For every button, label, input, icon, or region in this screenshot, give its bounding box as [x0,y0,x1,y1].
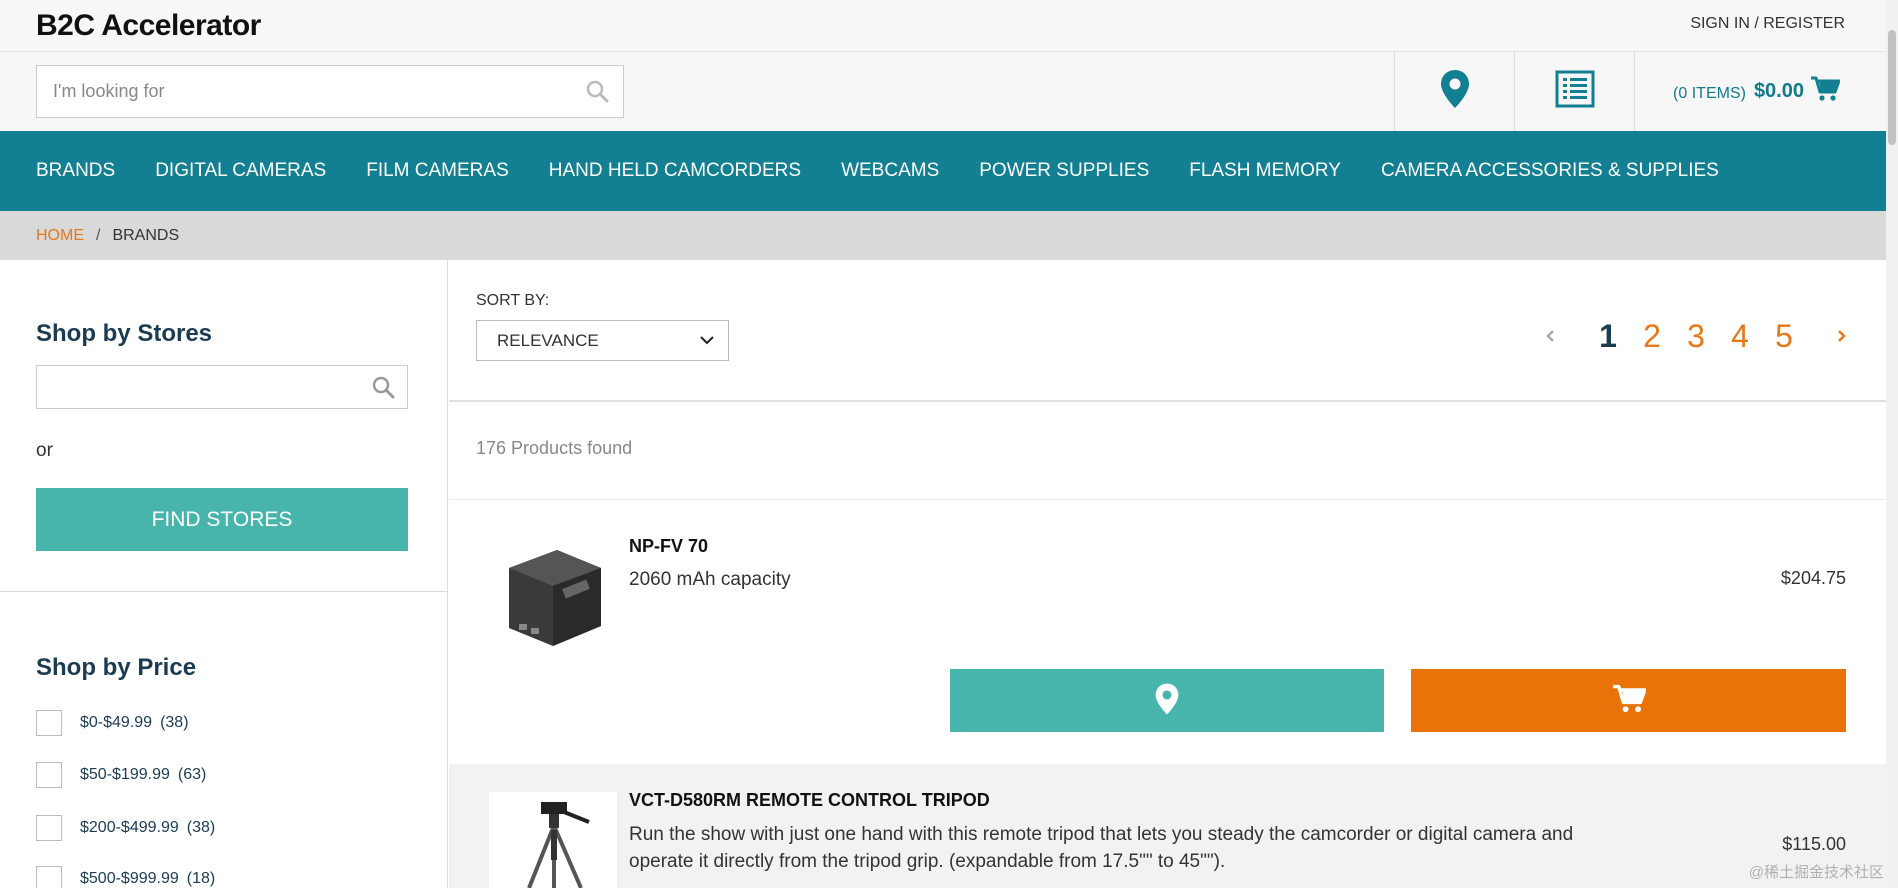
sort-by-label: SORT BY: [476,292,550,309]
results-count: 176 Products found [476,438,633,458]
search-icon[interactable] [371,375,395,404]
nav-item-brands[interactable]: BRANDS [36,160,115,182]
quick-order-button[interactable] [1514,52,1634,131]
chevron-right-icon[interactable] [1836,328,1848,344]
product-price: $115.00 [1782,834,1846,854]
search-icon[interactable] [585,79,609,108]
breadcrumb-separator: / [96,226,101,244]
watermark: @稀土掘金技术社区 [1748,864,1884,881]
divider [0,591,447,592]
price-filter-count: (38) [186,819,216,836]
checkbox[interactable] [36,815,62,841]
sort-select[interactable]: RELEVANCE [476,320,729,361]
cart-total: $0.00 [1753,80,1804,102]
product-name[interactable]: VCT-D580RM REMOTE CONTROL TRIPOD [629,790,990,811]
main-nav: BRANDS DIGITAL CAMERAS FILM CAMERAS HAND… [0,131,1886,211]
price-filter-label: $50-$199.99 [80,766,170,783]
price-filter-item[interactable]: $500-$999.99 (18) [36,866,215,888]
shop-by-stores-heading: Shop by Stores [36,320,213,347]
product-description: 2060 mAh capacity [629,569,791,590]
page-scrollbar[interactable] [1886,0,1898,888]
pickup-in-store-button[interactable] [950,669,1384,732]
page-4[interactable]: 4 [1728,318,1752,355]
sort-selected-value: RELEVANCE [497,330,599,350]
price-filter-count: (63) [177,766,207,783]
breadcrumb-current: BRANDS [112,226,180,244]
price-filter-label: $200-$499.99 [80,819,179,836]
store-locator-button[interactable] [1394,52,1514,131]
price-filter-item[interactable]: $50-$199.99 (63) [36,762,206,788]
search-box [36,65,624,118]
store-search-input[interactable] [37,366,357,408]
nav-item-film-cameras[interactable]: FILM CAMERAS [366,160,509,182]
top-bar: B2C Accelerator SIGN IN / REGISTER [0,0,1886,52]
page-1[interactable]: 1 [1596,318,1620,355]
cart-icon [1810,75,1841,108]
product-image[interactable] [489,792,617,888]
header-row: (0 ITEMS) $0.00 [0,52,1886,131]
page-5[interactable]: 5 [1772,318,1796,355]
checkbox[interactable] [36,762,62,788]
breadcrumb: HOME / BRANDS [0,211,1886,260]
add-to-cart-button[interactable] [1411,669,1846,732]
price-filter-item[interactable]: $200-$499.99 (38) [36,815,215,841]
scrollbar-thumb[interactable] [1888,30,1896,145]
chevron-left-icon[interactable] [1544,328,1556,344]
nav-item-digital-cameras[interactable]: DIGITAL CAMERAS [155,160,326,182]
shop-by-price-heading: Shop by Price [36,654,197,681]
nav-item-flash-memory[interactable]: FLASH MEMORY [1189,160,1341,182]
checkbox[interactable] [36,866,62,888]
price-filter-item[interactable]: $0-$49.99 (38) [36,710,189,736]
sign-in-register-link[interactable]: SIGN IN / REGISTER [1690,15,1845,33]
cart-icon [1612,683,1647,718]
site-logo[interactable]: B2C Accelerator [36,9,261,43]
pagination: 1 2 3 4 5 [1524,316,1848,356]
cart-items-count: (0 ITEMS) [1673,84,1746,102]
nav-item-hand-held-camcorders[interactable]: HAND HELD CAMCORDERS [549,160,801,182]
mini-cart[interactable]: (0 ITEMS) $0.00 [1634,52,1886,131]
price-filter-count: (18) [186,870,216,887]
list-icon [1555,70,1595,113]
map-pin-icon [1154,682,1180,719]
nav-item-camera-accessories[interactable]: CAMERA ACCESSORIES & SUPPLIES [1381,160,1719,182]
search-input[interactable] [37,66,577,117]
nav-item-webcams[interactable]: WEBCAMS [841,160,939,182]
product-image[interactable] [489,524,617,652]
divider [449,400,1886,402]
price-filter-label: $0-$49.99 [80,714,153,731]
product-name[interactable]: NP-FV 70 [629,536,708,557]
page-2[interactable]: 2 [1640,318,1664,355]
find-stores-button[interactable]: FIND STORES [36,488,408,551]
price-filter-label: $500-$999.99 [80,870,179,887]
price-filter-count: (38) [160,714,189,731]
product-description: Run the show with just one hand with thi… [629,824,1574,872]
checkbox[interactable] [36,710,62,736]
map-pin-icon [1439,69,1471,114]
chevron-down-icon [698,331,716,354]
product-price: $204.75 [1780,568,1846,588]
or-label: or [36,440,53,461]
product-list-area: SORT BY: RELEVANCE 1 2 3 4 5 176 Product… [449,260,1886,888]
filter-sidebar: Shop by Stores or FIND STORES Shop by Pr… [0,260,448,888]
store-search-box [36,365,408,409]
nav-item-power-supplies[interactable]: POWER SUPPLIES [979,160,1149,182]
product-item: NP-FV 70 2060 mAh capacity $204.75 [449,500,1886,764]
breadcrumb-home[interactable]: HOME [36,227,84,245]
product-item: VCT-D580RM REMOTE CONTROL TRIPOD Run the… [449,764,1886,888]
page-3[interactable]: 3 [1684,318,1708,355]
